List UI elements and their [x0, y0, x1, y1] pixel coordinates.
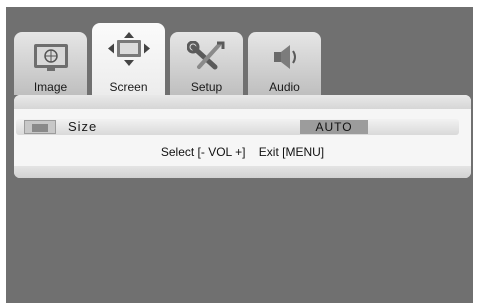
aspect-icon: [24, 120, 56, 134]
tab-screen-label: Screen: [109, 80, 148, 94]
control-hint: Select [- VOL +] Exit [MENU]: [14, 145, 471, 159]
panel-header-bar: [14, 95, 471, 109]
monitor-icon: [14, 40, 87, 74]
tab-image-label: Image: [33, 80, 68, 94]
tab-setup-label: Setup: [190, 80, 223, 94]
osd-screen: Image Screen Setup Audio Size AUTO Selec…: [0, 0, 480, 307]
size-menu-item[interactable]: Size AUTO: [16, 119, 459, 135]
tab-audio-label: Audio: [269, 80, 300, 94]
tab-setup[interactable]: Setup: [170, 32, 243, 95]
select-hint: Select [- VOL +]: [160, 145, 246, 159]
tab-audio[interactable]: Audio: [248, 32, 321, 95]
size-value[interactable]: AUTO: [300, 120, 368, 134]
screen-move-icon: [92, 32, 165, 66]
size-label: Size: [68, 119, 98, 134]
panel-footer-bar: [14, 166, 471, 178]
menu-panel: Size AUTO Select [- VOL +] Exit [MENU]: [14, 95, 471, 178]
tab-image[interactable]: Image: [14, 32, 87, 95]
speaker-icon: [248, 40, 321, 74]
exit-hint: Exit [MENU]: [258, 145, 325, 159]
tools-icon: [170, 40, 243, 74]
tab-screen[interactable]: Screen: [92, 23, 165, 95]
